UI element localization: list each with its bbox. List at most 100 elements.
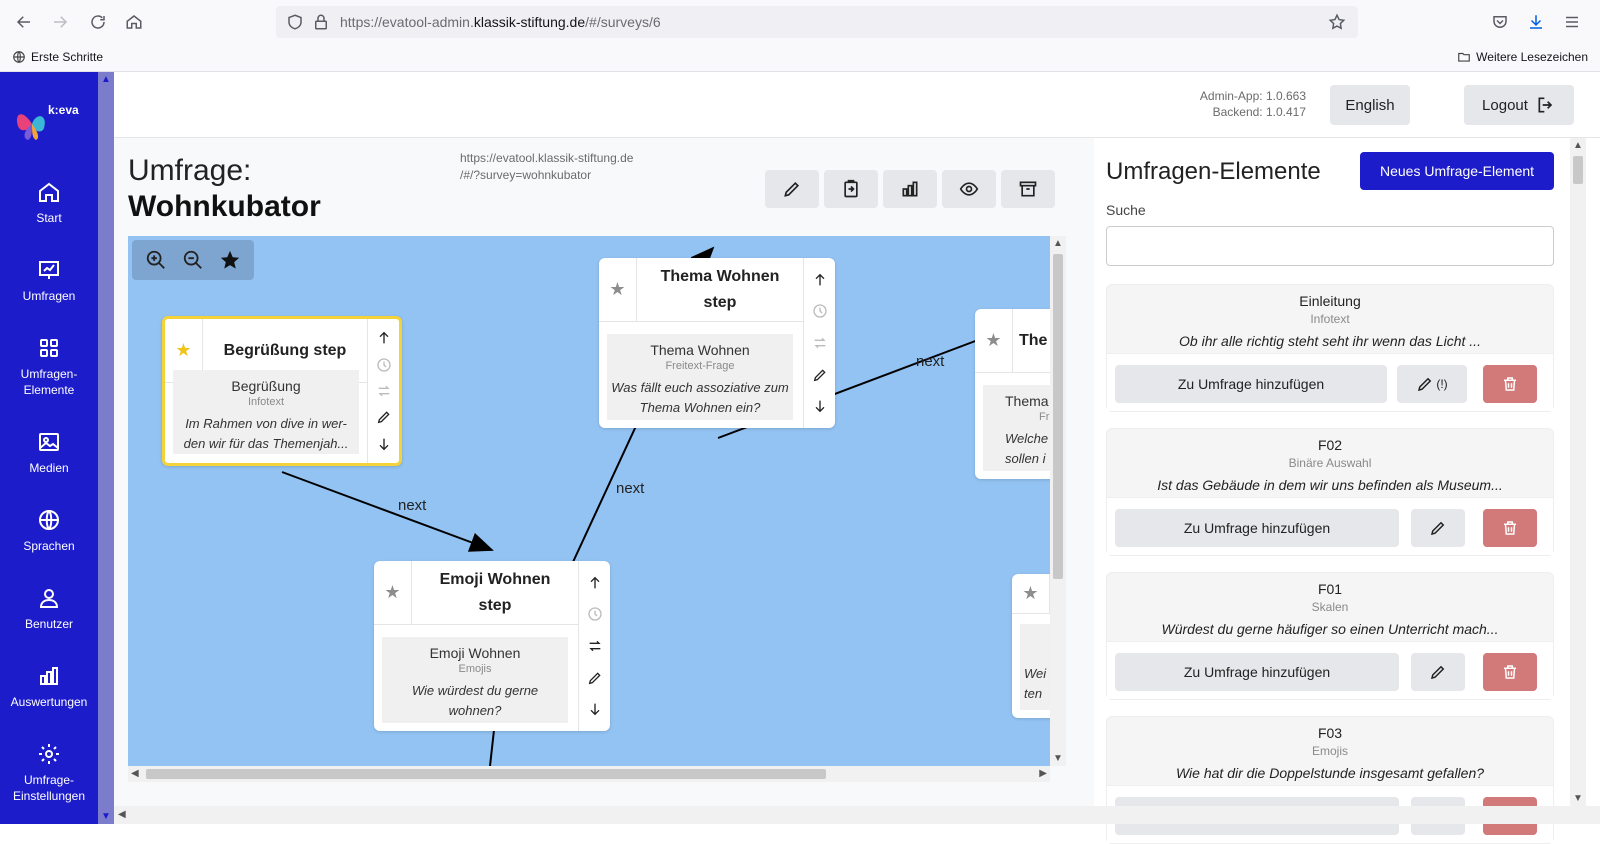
- pencil-icon[interactable]: [812, 367, 828, 383]
- canvas-vertical-scrollbar[interactable]: ▲ ▼: [1050, 236, 1066, 766]
- sidebar-item-label: Umfragen-Elemente: [20, 367, 78, 397]
- shield-icon[interactable]: [286, 13, 304, 36]
- archive-icon: [1019, 181, 1037, 197]
- flow-node-partial-bottom[interactable]: ★ Wei ten: [1012, 574, 1050, 718]
- element-card: Einleitung Infotext Ob ihr alle richtig …: [1106, 284, 1554, 412]
- sidebar-scrollbar[interactable]: ▲ ▼: [98, 72, 114, 824]
- edge-emoji-bottom[interactable]: [489, 729, 495, 766]
- scroll-right-icon[interactable]: ▶: [1039, 768, 1047, 779]
- arrow-down-icon[interactable]: [812, 398, 828, 414]
- flow-canvas[interactable]: next next next ★ Begrüßung step Begrüßun…: [128, 236, 1050, 766]
- pocket-icon[interactable]: [1486, 8, 1514, 36]
- scroll-up-icon[interactable]: ▲: [101, 74, 111, 85]
- grid-icon: [40, 339, 58, 357]
- download-icon[interactable]: [1522, 8, 1550, 36]
- archive-button[interactable]: [1001, 170, 1055, 208]
- arrow-up-icon[interactable]: [376, 330, 392, 346]
- scroll-down-icon[interactable]: ▼: [101, 811, 111, 822]
- sidebar-item-auswertungen[interactable]: Auswertungen: [0, 664, 98, 710]
- preview-button[interactable]: [942, 170, 996, 208]
- node-element-text: Wie würdest du gerne wohnen?: [411, 683, 539, 718]
- reload-icon[interactable]: [84, 8, 112, 36]
- lock-icon[interactable]: [312, 13, 330, 36]
- results-button[interactable]: [883, 170, 937, 208]
- canvas-horizontal-scrollbar[interactable]: ◀ ▶: [128, 766, 1050, 782]
- bookmark-star-icon[interactable]: [1328, 13, 1346, 36]
- zoom-out-icon[interactable]: [182, 249, 204, 271]
- scroll-thumb[interactable]: [1053, 254, 1063, 579]
- arrow-down-icon[interactable]: [376, 436, 392, 452]
- flow-node-thema-wohnen[interactable]: ★ Thema Wohnen step Thema Wohnen Freitex…: [599, 258, 835, 428]
- sidebar-item-umfragen-elemente[interactable]: Umfragen-Elemente: [0, 336, 98, 398]
- star-outline-icon[interactable]: ★: [374, 561, 412, 625]
- sidebar-item-medien[interactable]: Medien: [0, 430, 98, 476]
- scroll-thumb[interactable]: [146, 769, 826, 779]
- logout-button[interactable]: Logout: [1464, 85, 1574, 125]
- bookmark-erste-schritte[interactable]: Erste Schritte: [12, 50, 103, 64]
- survey-url[interactable]: https://evatool.klassik-stiftung.de /#/?…: [460, 150, 660, 184]
- zoom-in-icon[interactable]: [145, 249, 167, 271]
- flow-node-begruessung[interactable]: ★ Begrüßung step Begrüßung Infotext Im R…: [162, 316, 402, 466]
- edge-begruessung-emoji[interactable]: [281, 471, 494, 552]
- scroll-thumb[interactable]: [1573, 156, 1583, 184]
- star-outline-icon[interactable]: ★: [1012, 574, 1050, 614]
- sidebar-item-benutzer[interactable]: Benutzer: [0, 586, 98, 632]
- new-element-button[interactable]: Neues Umfrage-Element: [1360, 152, 1554, 190]
- edit-element-button[interactable]: (!): [1397, 365, 1467, 403]
- swap-icon[interactable]: [587, 638, 603, 654]
- delete-element-button[interactable]: [1483, 653, 1537, 691]
- scroll-down-icon[interactable]: ▼: [1053, 753, 1063, 764]
- delete-element-button[interactable]: [1483, 509, 1537, 547]
- menu-icon[interactable]: [1558, 8, 1586, 36]
- delete-element-button[interactable]: [1483, 365, 1537, 403]
- bookmark-weitere[interactable]: Weitere Lesezeichen: [1457, 50, 1588, 64]
- clock-icon[interactable]: [587, 606, 603, 622]
- version-info: Admin-App: 1.0.663 Backend: 1.0.417: [1200, 88, 1306, 120]
- scroll-up-icon[interactable]: ▲: [1053, 238, 1063, 249]
- page-horizontal-scrollbar[interactable]: ◀: [114, 806, 1600, 824]
- add-to-survey-button[interactable]: Zu Umfrage hinzufügen: [1115, 365, 1387, 403]
- scroll-left-icon[interactable]: ◀: [131, 768, 139, 779]
- search-input[interactable]: [1106, 226, 1554, 266]
- swap-icon[interactable]: [376, 383, 392, 399]
- element-text: Ist das Gebäude in dem wir uns befinden …: [1157, 477, 1503, 493]
- trash-icon: [1504, 377, 1516, 391]
- flow-node-thema-partial[interactable]: ★ The Thema Fr Welche th sollen i: [975, 309, 1050, 479]
- elements-panel-scrollbar[interactable]: ▲ ▼: [1570, 138, 1586, 806]
- pencil-icon[interactable]: [587, 670, 603, 686]
- sidebar-item-start[interactable]: Start: [0, 180, 98, 226]
- edit-survey-button[interactable]: [765, 170, 819, 208]
- clipboard-icon: [844, 179, 858, 198]
- edit-element-button[interactable]: [1411, 509, 1465, 547]
- scroll-up-icon[interactable]: ▲: [1573, 140, 1583, 151]
- sidebar-item-umfrage-einstellungen[interactable]: Umfrage-Einstellungen: [0, 742, 98, 804]
- swap-icon[interactable]: [812, 335, 828, 351]
- clock-icon[interactable]: [812, 303, 828, 319]
- node-body: Thema Fr Welche th sollen i: [983, 385, 1050, 471]
- flow-node-emoji-wohnen[interactable]: ★ Emoji Wohnen step Emoji Wohnen Emojis …: [374, 561, 610, 731]
- home-browser-icon[interactable]: [120, 8, 148, 36]
- pencil-icon[interactable]: [376, 409, 392, 425]
- image-icon: [39, 433, 59, 451]
- scroll-down-icon[interactable]: ▼: [1573, 793, 1583, 804]
- url-bar[interactable]: https://evatool-admin.klassik-stiftung.d…: [276, 6, 1358, 38]
- add-to-survey-button[interactable]: Zu Umfrage hinzufügen: [1115, 653, 1399, 691]
- arrow-up-icon[interactable]: [587, 575, 603, 591]
- users-icon: [39, 589, 59, 608]
- star-outline-icon[interactable]: ★: [599, 258, 637, 322]
- back-icon[interactable]: [10, 8, 38, 36]
- copy-survey-button[interactable]: [824, 170, 878, 208]
- sidebar-item-umfragen[interactable]: Umfragen: [0, 258, 98, 304]
- clock-icon[interactable]: [376, 357, 392, 373]
- language-button[interactable]: English: [1330, 85, 1410, 125]
- arrow-down-icon[interactable]: [587, 701, 603, 717]
- arrow-up-icon[interactable]: [812, 272, 828, 288]
- node-body: Emoji Wohnen Emojis Wie würdest du gerne…: [382, 637, 568, 723]
- edit-element-button[interactable]: [1411, 653, 1465, 691]
- star-icon[interactable]: [219, 249, 241, 271]
- star-outline-icon[interactable]: ★: [975, 309, 1013, 373]
- add-to-survey-button[interactable]: Zu Umfrage hinzufügen: [1115, 509, 1399, 547]
- scroll-left-icon[interactable]: ◀: [118, 809, 126, 820]
- forward-icon[interactable]: [46, 8, 74, 36]
- sidebar-item-sprachen[interactable]: Sprachen: [0, 508, 98, 554]
